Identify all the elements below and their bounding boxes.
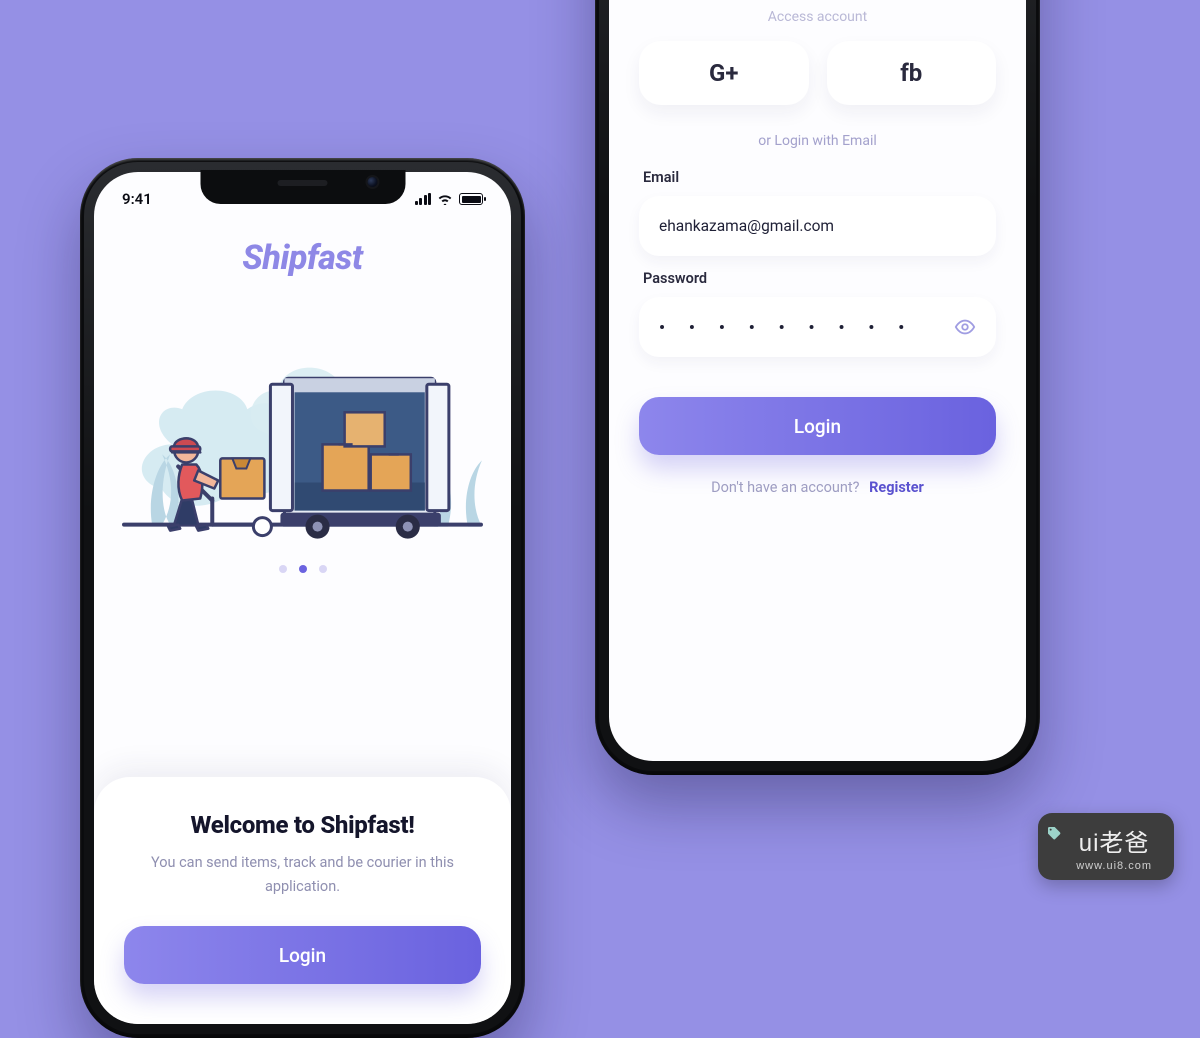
google-icon-label: G+ <box>709 59 738 87</box>
watermark-name: ui老爸 <box>1079 823 1150 858</box>
page-dot-active[interactable] <box>299 565 307 573</box>
battery-icon <box>459 193 483 205</box>
onboarding-illustration <box>112 294 493 545</box>
wifi-icon <box>437 193 453 205</box>
status-time: 9:41 <box>122 190 152 208</box>
password-mask: • • • • • • • • • <box>659 318 954 337</box>
email-field[interactable] <box>639 196 996 256</box>
password-label: Password <box>643 270 992 287</box>
login-button-label: Login <box>279 944 326 967</box>
phone-onboarding: 9:41 Shipfast <box>80 158 525 1038</box>
register-link[interactable]: Register <box>869 479 924 496</box>
cellular-icon <box>415 193 432 205</box>
watermark-url: www.ui8.com <box>1076 860 1152 872</box>
facebook-login-button[interactable]: fb <box>827 41 997 105</box>
brand-title: Shipfast <box>94 238 511 278</box>
access-account-hint: Access account <box>639 9 996 25</box>
no-account-text: Don't have an account? <box>711 479 859 496</box>
password-field[interactable]: • • • • • • • • • <box>639 297 996 357</box>
welcome-subtitle: You can send items, track and be courier… <box>124 851 481 900</box>
page-indicator <box>94 565 511 573</box>
toggle-password-visibility[interactable] <box>954 316 976 338</box>
onboarding-screen: 9:41 Shipfast <box>94 172 511 1024</box>
notch <box>200 170 405 204</box>
submit-login-button[interactable]: Login <box>639 397 996 455</box>
register-row: Don't have an account? Register <box>639 479 996 496</box>
eye-icon <box>954 316 976 338</box>
facebook-icon-label: fb <box>900 59 922 87</box>
email-input[interactable] <box>659 217 976 235</box>
login-button[interactable]: Login <box>124 926 481 984</box>
or-divider-text: or Login with Email <box>639 133 996 149</box>
google-login-button[interactable]: G+ <box>639 41 809 105</box>
phone-login: Access account G+ fb or Login with Email… <box>595 0 1040 775</box>
page-dot[interactable] <box>279 565 287 573</box>
email-label: Email <box>643 169 992 186</box>
login-screen: Access account G+ fb or Login with Email… <box>609 0 1026 761</box>
onboarding-sheet: Welcome to Shipfast! You can send items,… <box>94 777 511 1024</box>
watermark-badge: ui老爸 www.ui8.com <box>1038 813 1174 880</box>
tag-icon <box>1046 821 1062 847</box>
welcome-title: Welcome to Shipfast! <box>124 811 481 839</box>
submit-login-label: Login <box>794 415 841 438</box>
page-dot[interactable] <box>319 565 327 573</box>
